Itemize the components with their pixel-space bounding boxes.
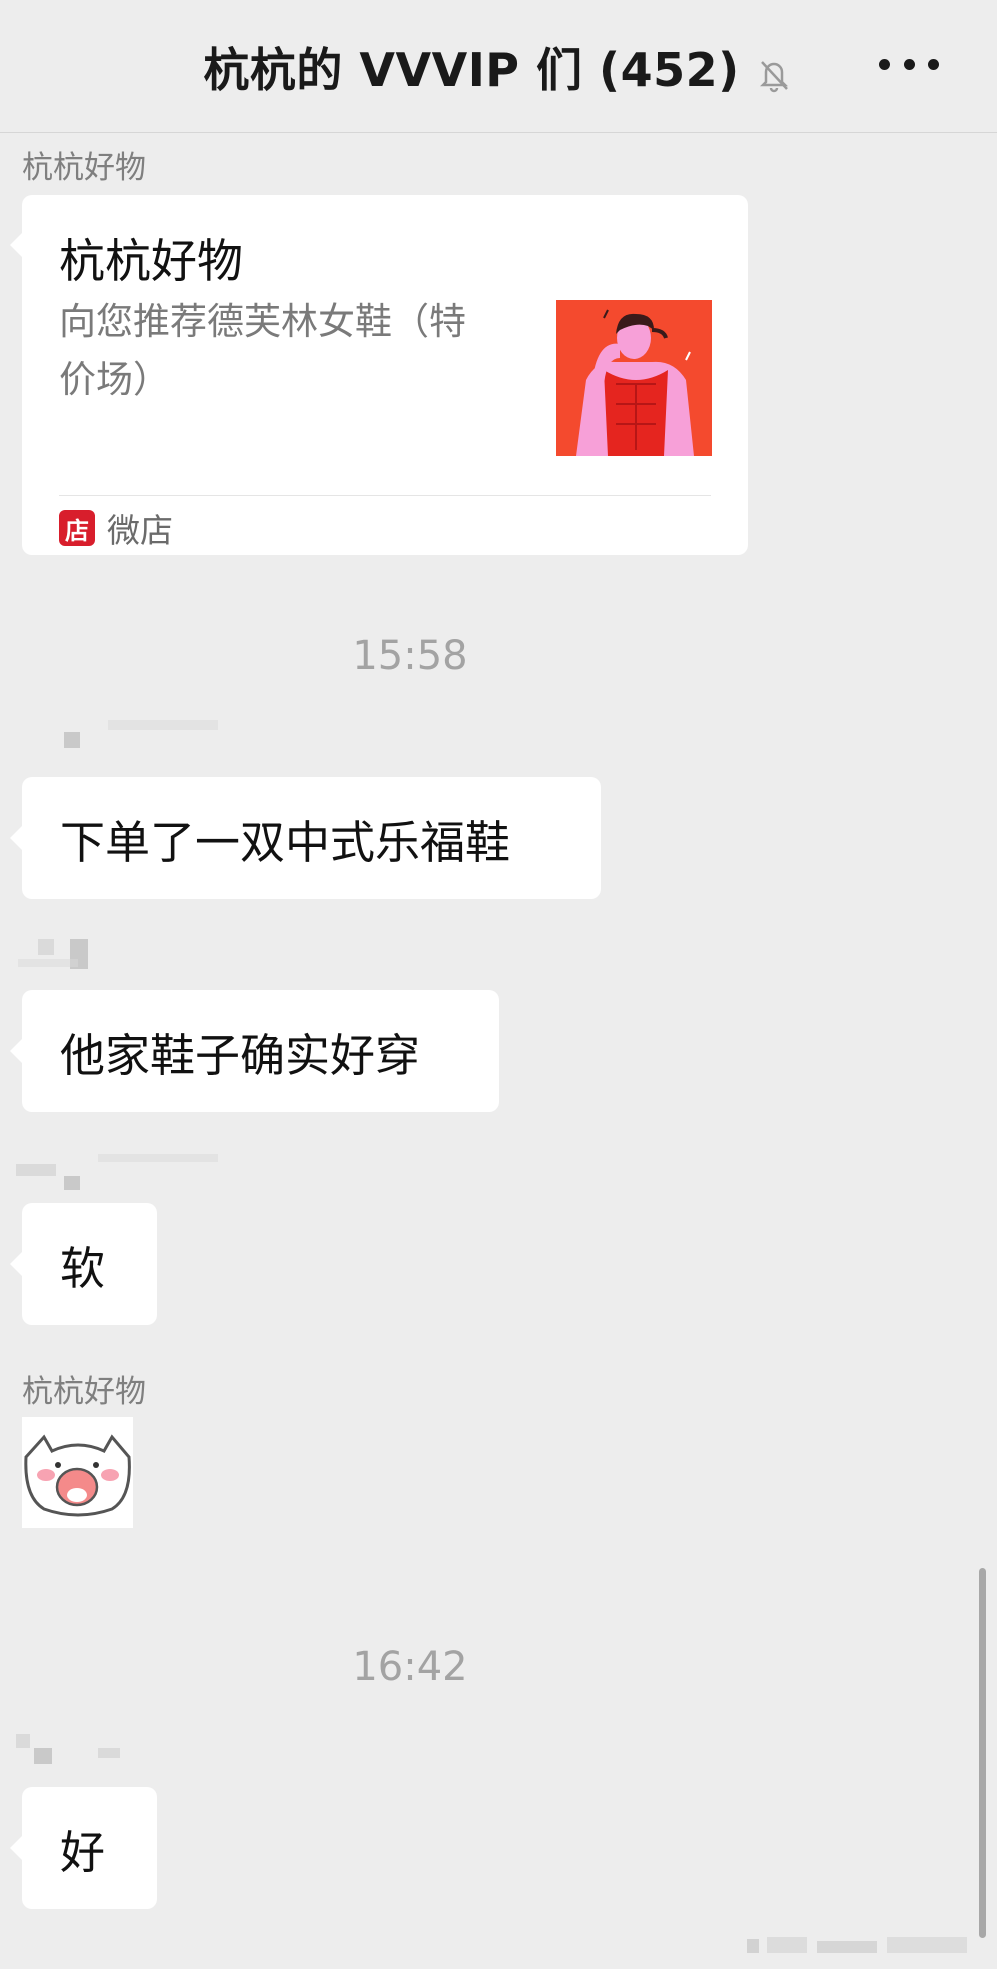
message-text: 软: [60, 1241, 106, 1295]
masked-sender-name: [8, 1150, 228, 1190]
message-text: 他家鞋子确实好穿: [60, 1028, 421, 1082]
sender-name: 杭杭好物: [22, 150, 146, 186]
timestamp: 16:42: [352, 1644, 468, 1690]
sticker-message[interactable]: [22, 1417, 133, 1528]
card-title: 杭杭好物: [59, 234, 243, 288]
card-description: 向您推荐德芙林女鞋（特价场）: [59, 300, 466, 401]
pig-sticker-icon: [22, 1417, 133, 1528]
message-text: 好: [60, 1825, 106, 1879]
shop-card-message[interactable]: 杭杭好物 向您推荐德芙林女鞋（特价场） 店 微店: [10, 195, 748, 555]
more-options-icon[interactable]: [879, 54, 939, 74]
message-text: 下单了一双中式乐福鞋: [60, 815, 511, 869]
chat-title-text: 杭杭的 VVVIP 们 (452): [203, 43, 740, 97]
message-bubble[interactable]: 好: [10, 1787, 157, 1909]
scrollbar[interactable]: [979, 1568, 986, 1938]
masked-sender-name: [8, 1728, 228, 1768]
card-divider: [59, 495, 711, 496]
card-thumbnail: [556, 300, 712, 456]
shop-icon: 店: [59, 510, 95, 546]
mute-bell-icon: [759, 60, 788, 92]
chat-header: 杭杭的 VVVIP 们 (452): [0, 0, 997, 133]
masked-sender-name: [8, 712, 228, 752]
masked-sender-name: [8, 933, 228, 973]
card-footer: 店 微店: [59, 505, 173, 551]
watermark: [747, 1937, 967, 1953]
message-bubble[interactable]: 下单了一双中式乐福鞋: [10, 777, 601, 899]
card-source-label: 微店: [107, 511, 173, 550]
message-bubble[interactable]: 他家鞋子确实好穿: [10, 990, 499, 1112]
timestamp: 15:58: [352, 633, 468, 679]
chat-title[interactable]: 杭杭的 VVVIP 们 (452): [0, 34, 997, 100]
sender-name: 杭杭好物: [22, 1374, 146, 1410]
message-bubble[interactable]: 软: [10, 1203, 157, 1325]
